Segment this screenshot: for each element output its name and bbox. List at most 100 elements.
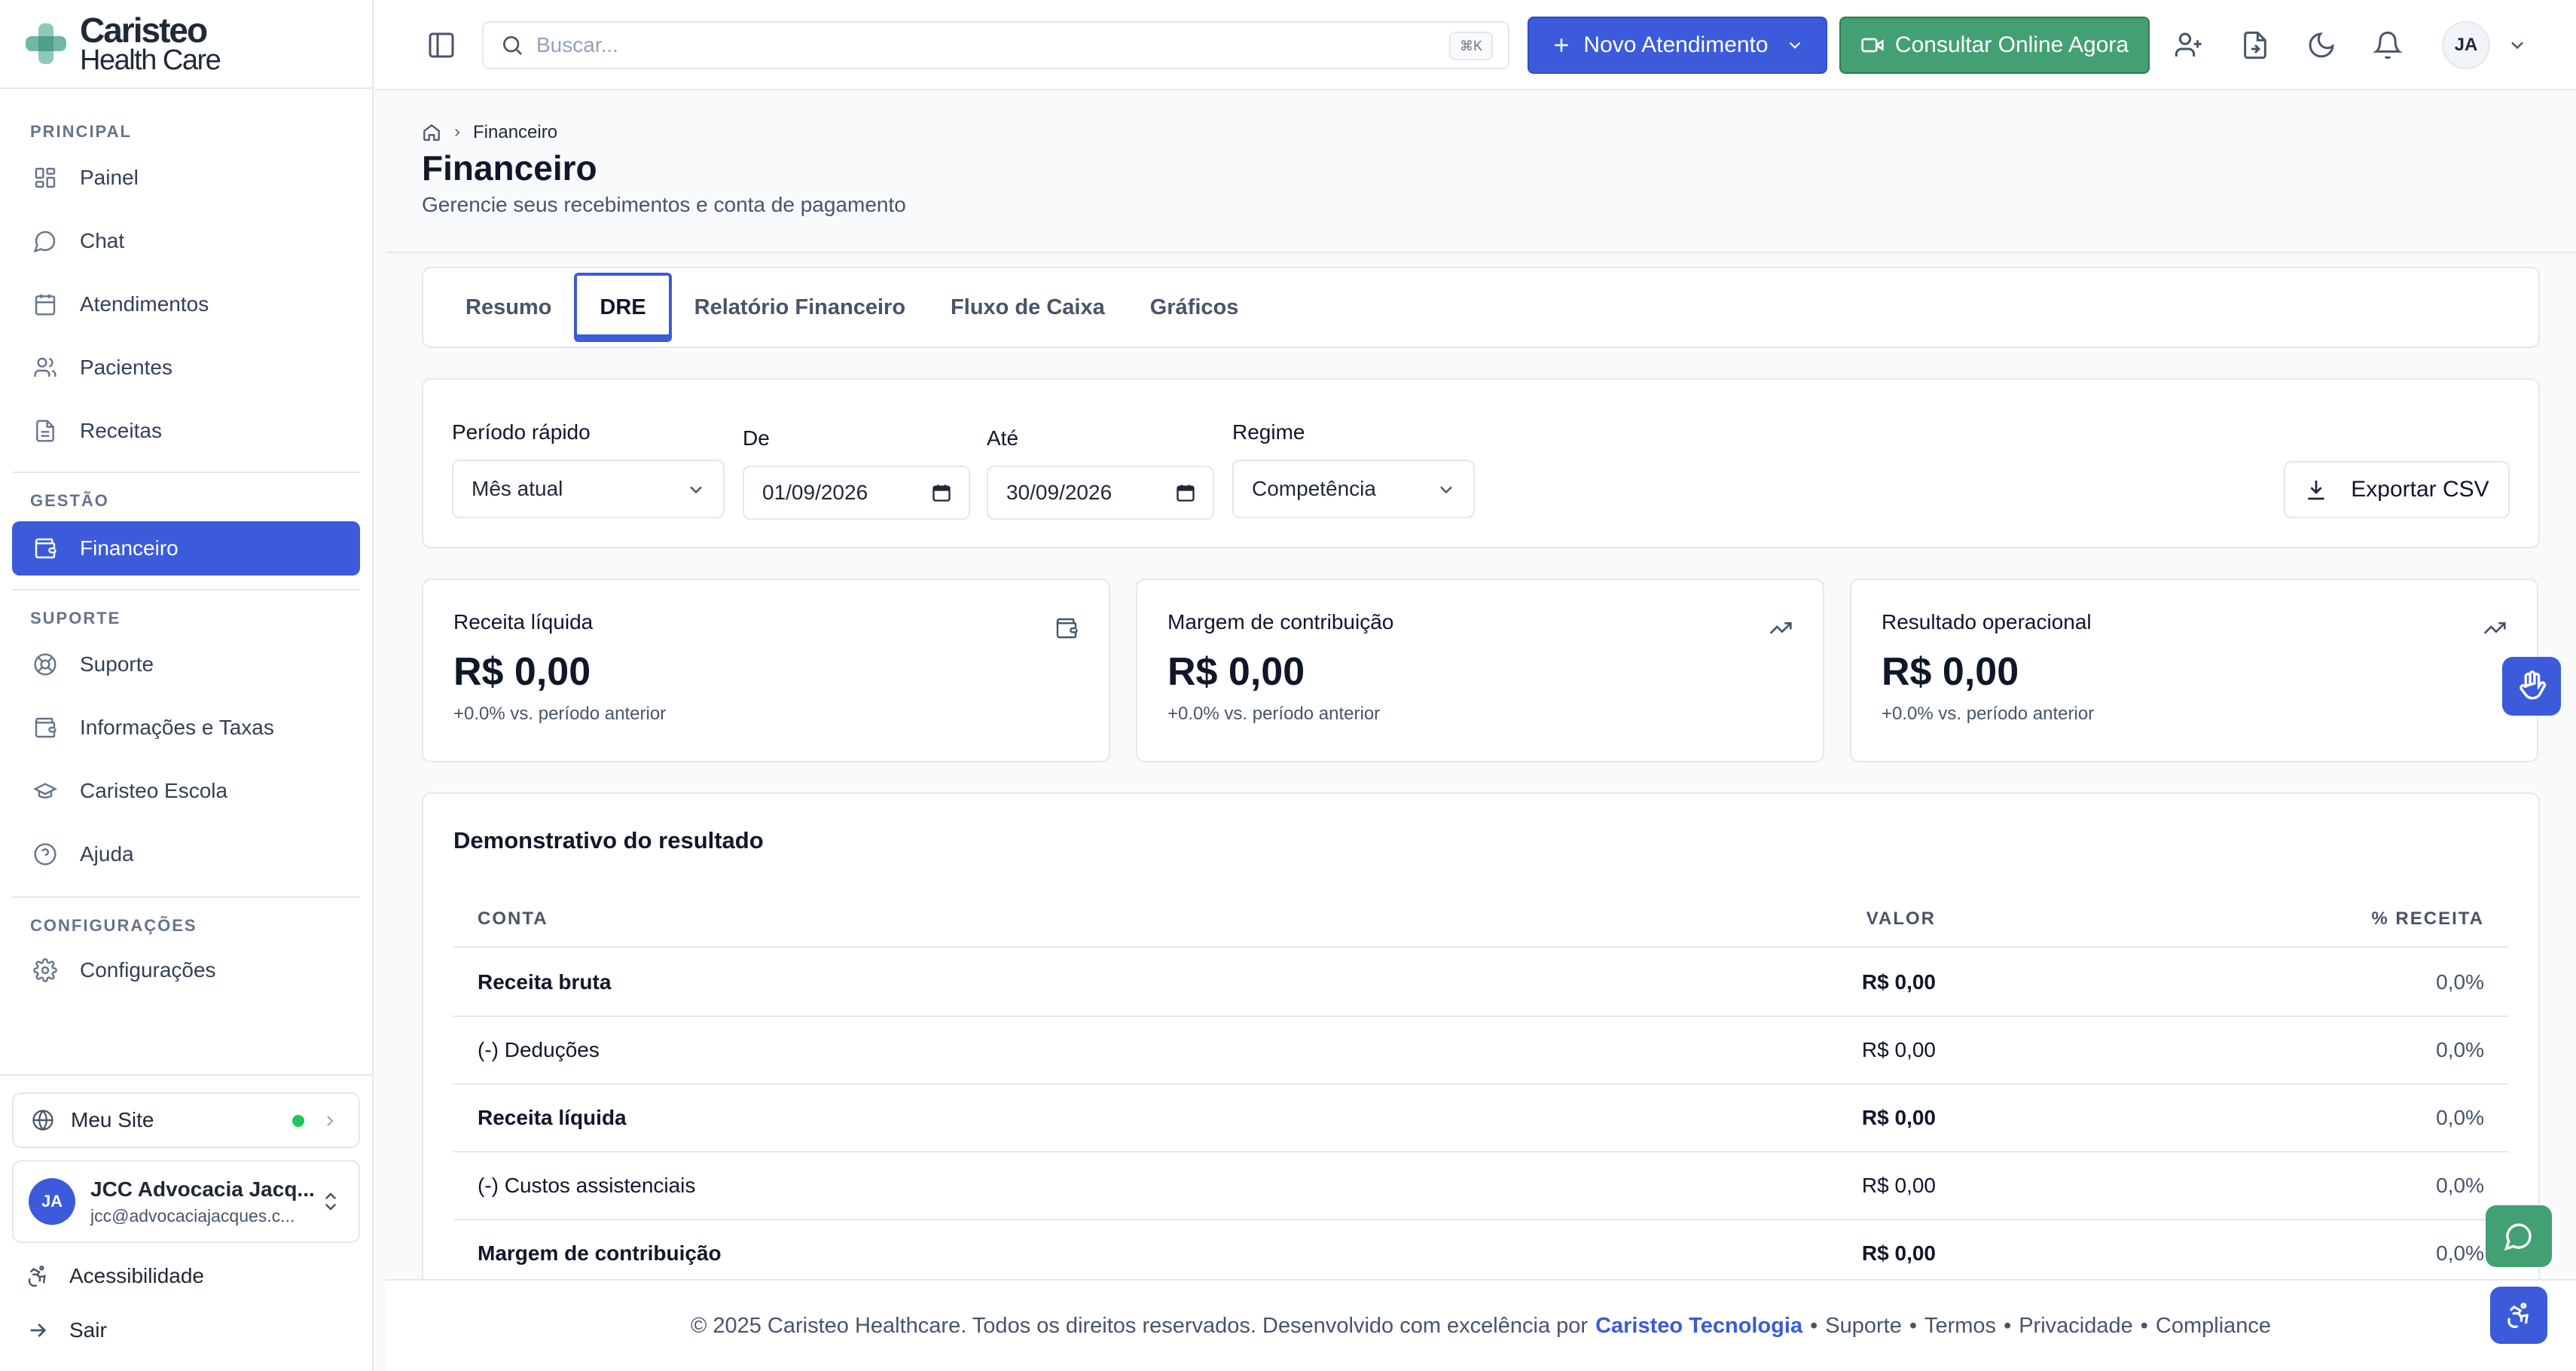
chevron-right-icon <box>455 128 460 137</box>
topbar: Buscar... ⌘K Novo Atendimento Consultar … <box>375 0 2576 90</box>
cell-conta: (-) Custos assistenciais <box>478 1174 696 1197</box>
sidebar-toggle-icon[interactable] <box>426 30 456 60</box>
wallet-icon <box>1056 618 1078 639</box>
consultar-online-button[interactable]: Consultar Online Agora <box>1839 17 2150 74</box>
sidebar-item-escola[interactable]: Caristeo Escola <box>12 764 360 818</box>
de-date-input[interactable]: 01/09/2026 <box>743 466 970 520</box>
table-row: Receita bruta R$ 0,00 0,0% <box>453 949 2508 1017</box>
sidebar-item-pacientes[interactable]: Pacientes <box>12 340 360 395</box>
periodo-select[interactable]: Mês atual <box>452 460 725 518</box>
consultar-online-label: Consultar Online Agora <box>1894 32 2129 57</box>
sidebar-item-ajuda[interactable]: Ajuda <box>12 827 360 881</box>
tab-graficos[interactable]: Gráficos <box>1128 273 1262 342</box>
search-input[interactable]: Buscar... ⌘K <box>482 21 1509 69</box>
bell-icon[interactable] <box>2373 30 2403 60</box>
tab-relatorio-financeiro[interactable]: Relatório Financeiro <box>672 273 928 342</box>
ate-label: Até <box>987 426 1019 450</box>
sair-link[interactable]: Sair <box>26 1318 107 1342</box>
cell-valor: R$ 0,00 <box>1861 1038 1936 1061</box>
column-header-conta: CONTA <box>478 908 548 929</box>
divider <box>0 1074 374 1076</box>
sidebar-item-suporte[interactable]: Suporte <box>12 637 360 692</box>
chevron-down-icon <box>1440 486 1452 494</box>
sidebar-item-label: Pacientes <box>80 356 172 379</box>
sidebar-item-chat[interactable]: Chat <box>12 214 360 268</box>
sidebar-item-receitas[interactable]: Receitas <box>12 404 360 458</box>
tab-dre[interactable]: DRE <box>574 273 672 342</box>
users-icon <box>34 357 56 377</box>
kpi-card-margem-contribuicao: Margem de contribuição R$ 0,00 +0.0% vs.… <box>1136 579 1824 762</box>
footer-link-suporte[interactable]: Suporte <box>1825 1314 1902 1339</box>
user-account-switcher[interactable]: JA JCC Advocacia Jacq... jcc@advocaciaja… <box>12 1160 360 1243</box>
footer-link-privacidade[interactable]: Privacidade <box>2019 1314 2133 1339</box>
meu-site-button[interactable]: Meu Site <box>12 1092 360 1148</box>
video-icon <box>1861 38 1884 53</box>
sign-language-button[interactable] <box>2502 657 2561 716</box>
avatar: JA <box>2442 21 2490 69</box>
table-row: Receita líquida R$ 0,00 0,0% <box>453 1085 2508 1153</box>
sign-language-icon <box>2520 670 2547 700</box>
settings-icon <box>33 958 57 982</box>
calendar-icon <box>35 294 56 316</box>
brand-logo[interactable]: Caristeo Health Care <box>0 0 372 89</box>
help-circle-icon <box>34 843 56 866</box>
footer-separator: • <box>2004 1313 2012 1338</box>
footer-separator: • <box>1810 1313 1818 1338</box>
sidebar-item-label: Suporte <box>80 652 154 676</box>
acessibilidade-link[interactable]: Acessibilidade <box>26 1264 204 1288</box>
regime-value: Competência <box>1252 477 1376 500</box>
file-export-icon[interactable] <box>2240 30 2270 60</box>
home-icon[interactable] <box>422 123 441 142</box>
sidebar-item-informacoes[interactable]: Informações e Taxas <box>12 701 360 755</box>
footer-company-link[interactable]: Caristeo Tecnologia <box>1595 1314 1802 1339</box>
trending-up-icon <box>1769 622 1792 634</box>
user-menu[interactable]: JA <box>2442 21 2528 69</box>
moon-icon[interactable] <box>2306 30 2336 60</box>
exportar-csv-button[interactable]: Exportar CSV <box>2284 461 2510 518</box>
cell-conta: (-) Deduções <box>478 1038 600 1061</box>
search-placeholder: Buscar... <box>536 33 618 56</box>
sidebar-item-label: Painel <box>80 166 139 189</box>
cell-pct: 0,0% <box>2436 970 2484 994</box>
regime-label: Regime <box>1232 420 1305 444</box>
chevron-down-icon <box>1789 41 1800 49</box>
meu-site-label: Meu Site <box>71 1108 154 1131</box>
divider <box>12 589 360 591</box>
plus-icon <box>1555 38 1569 52</box>
novo-atendimento-button[interactable]: Novo Atendimento <box>1528 17 1827 74</box>
sidebar-item-configuracoes[interactable]: Configurações <box>12 943 360 997</box>
sidebar-item-label: Financeiro <box>80 536 179 560</box>
page-subtitle: Gerencie seus recebimentos e conta de pa… <box>422 193 906 216</box>
periodo-label: Período rápido <box>452 420 591 444</box>
ate-date-input[interactable]: 30/09/2026 <box>987 466 1214 520</box>
regime-select[interactable]: Competência <box>1232 460 1475 518</box>
footer-separator: • <box>1909 1313 1917 1338</box>
tab-resumo[interactable]: Resumo <box>443 273 574 342</box>
chevrons-up-down-icon <box>325 1192 337 1211</box>
sidebar-item-atendimentos[interactable]: Atendimentos <box>12 277 360 331</box>
column-header-valor: VALOR <box>1866 908 1936 929</box>
novo-atendimento-label: Novo Atendimento <box>1583 32 1769 57</box>
sidebar-item-financeiro[interactable]: Financeiro <box>12 521 360 576</box>
shortcut-badge: ⌘K <box>1448 32 1493 60</box>
periodo-value: Mês atual <box>472 477 563 500</box>
life-buoy-icon <box>34 653 56 676</box>
footer-link-compliance[interactable]: Compliance <box>2156 1314 2271 1339</box>
cell-valor: R$ 0,00 <box>1861 1241 1936 1265</box>
tab-fluxo-de-caixa[interactable]: Fluxo de Caixa <box>928 273 1128 342</box>
trending-up-icon <box>2483 622 2506 634</box>
accessibility-icon <box>2507 1302 2529 1328</box>
add-user-icon[interactable] <box>2174 30 2204 60</box>
table-row: Margem de contribuição R$ 0,00 0,0% <box>453 1220 2508 1288</box>
caristeo-logo-icon <box>26 23 66 64</box>
accessibility-button[interactable] <box>2490 1287 2547 1344</box>
table-row: (-) Deduções R$ 0,00 0,0% <box>453 1017 2508 1085</box>
acessibilidade-label: Acessibilidade <box>69 1264 204 1287</box>
chat-icon <box>2504 1223 2532 1251</box>
user-email: jcc@advocaciajacques.c... <box>90 1205 295 1226</box>
sidebar-item-painel[interactable]: Painel <box>12 151 360 205</box>
chat-support-button[interactable] <box>2486 1205 2552 1267</box>
ate-value: 30/09/2026 <box>1006 481 1113 504</box>
footer-link-termos[interactable]: Termos <box>1924 1314 1996 1339</box>
sidebar-item-label: Configurações <box>80 958 216 982</box>
